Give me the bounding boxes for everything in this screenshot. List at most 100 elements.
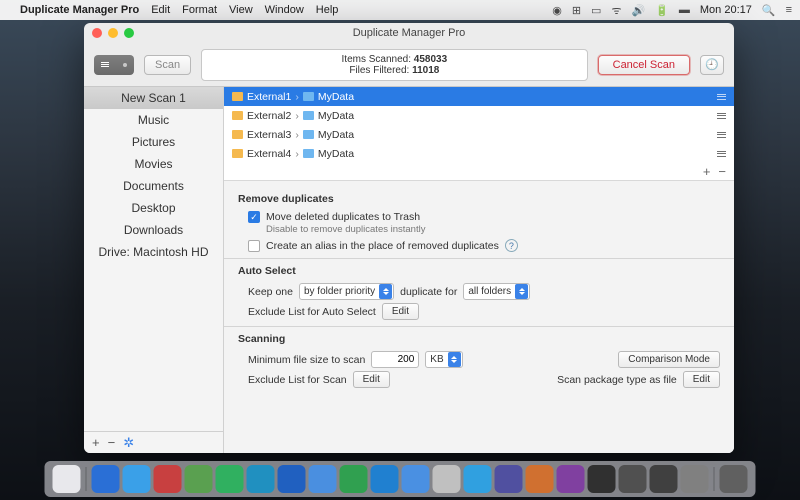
reorder-handle-icon[interactable] bbox=[717, 113, 726, 119]
sidebar-item-desktop[interactable]: Desktop bbox=[84, 197, 223, 219]
siri-icon[interactable]: ◉ bbox=[552, 4, 562, 17]
exclude-auto-label: Exclude List for Auto Select bbox=[248, 306, 376, 318]
scanning-heading: Scanning bbox=[238, 333, 720, 345]
cancel-scan-button[interactable]: Cancel Scan bbox=[598, 55, 690, 75]
dock-app[interactable] bbox=[92, 465, 120, 493]
dock-app[interactable] bbox=[154, 465, 182, 493]
remove-path-button[interactable]: − bbox=[718, 164, 726, 179]
dock-app[interactable] bbox=[588, 465, 616, 493]
move-to-trash-hint: Disable to remove duplicates instantly bbox=[266, 224, 720, 235]
dock-app[interactable] bbox=[526, 465, 554, 493]
dock-app[interactable] bbox=[185, 465, 213, 493]
search-icon[interactable]: 🔍 bbox=[762, 4, 776, 17]
reorder-handle-icon[interactable] bbox=[717, 151, 726, 157]
window-title: Duplicate Manager Pro bbox=[353, 27, 466, 39]
path-drive: External2 bbox=[247, 110, 291, 122]
dock-app[interactable] bbox=[53, 465, 81, 493]
zoom-window-button[interactable] bbox=[124, 28, 134, 38]
scan-package-edit-button[interactable]: Edit bbox=[683, 371, 720, 388]
exclude-scan-edit-button[interactable]: Edit bbox=[353, 371, 390, 388]
menu-format[interactable]: Format bbox=[182, 4, 217, 16]
create-alias-checkbox[interactable] bbox=[248, 240, 260, 252]
reorder-handle-icon[interactable] bbox=[717, 132, 726, 138]
dock-app[interactable] bbox=[681, 465, 709, 493]
scan-status: Items Scanned: 458033 Files Filtered: 11… bbox=[201, 49, 588, 81]
scan-button[interactable]: Scan bbox=[144, 55, 191, 75]
dock-app[interactable] bbox=[216, 465, 244, 493]
scan-path-row[interactable]: External1›MyData bbox=[224, 87, 734, 106]
dock bbox=[45, 461, 756, 497]
dock-app[interactable] bbox=[309, 465, 337, 493]
dock-app[interactable] bbox=[464, 465, 492, 493]
path-folder: MyData bbox=[318, 148, 354, 160]
app-window: Duplicate Manager Pro Scan Items Scanned… bbox=[84, 23, 734, 453]
menu-help[interactable]: Help bbox=[316, 4, 339, 16]
scan-path-row[interactable]: External2 › MyData bbox=[224, 106, 734, 125]
dock-app[interactable] bbox=[557, 465, 585, 493]
path-folder: MyData bbox=[318, 110, 354, 122]
drive-folder-icon bbox=[232, 130, 243, 139]
dock-app[interactable] bbox=[123, 465, 151, 493]
sidebar-item-documents[interactable]: Documents bbox=[84, 175, 223, 197]
flag-icon[interactable]: ▬ bbox=[679, 4, 690, 16]
move-to-trash-label: Move deleted duplicates to Trash bbox=[266, 211, 420, 223]
drive-folder-icon bbox=[232, 149, 243, 158]
reorder-handle-icon[interactable] bbox=[717, 94, 726, 100]
dock-app[interactable] bbox=[247, 465, 275, 493]
display-icon[interactable]: ▭ bbox=[591, 4, 601, 17]
app-menu[interactable]: Duplicate Manager Pro bbox=[20, 4, 139, 16]
menu-view[interactable]: View bbox=[229, 4, 253, 16]
move-to-trash-checkbox[interactable]: ✓ bbox=[248, 211, 260, 223]
dock-app[interactable] bbox=[433, 465, 461, 493]
menu-window[interactable]: Window bbox=[265, 4, 304, 16]
sidebar-item-downloads[interactable]: Downloads bbox=[84, 219, 223, 241]
menu-edit[interactable]: Edit bbox=[151, 4, 170, 16]
menu-extra-icon[interactable]: ⊞ bbox=[572, 4, 581, 17]
minimize-window-button[interactable] bbox=[108, 28, 118, 38]
dock-app[interactable] bbox=[495, 465, 523, 493]
view-mode-toggle[interactable] bbox=[94, 55, 134, 75]
folder-icon bbox=[303, 111, 314, 120]
keep-one-select[interactable]: by folder priority bbox=[299, 283, 394, 300]
scan-path-row[interactable]: External4›MyData bbox=[224, 144, 734, 163]
comparison-mode-button[interactable]: Comparison Mode bbox=[618, 351, 720, 368]
exclude-auto-edit-button[interactable]: Edit bbox=[382, 303, 419, 320]
dock-app[interactable] bbox=[340, 465, 368, 493]
close-window-button[interactable] bbox=[92, 28, 102, 38]
settings-gear-icon[interactable]: ✲ bbox=[123, 435, 134, 451]
dock-app[interactable] bbox=[619, 465, 647, 493]
exclude-scan-label: Exclude List for Scan bbox=[248, 374, 347, 386]
path-folder: MyData bbox=[318, 91, 354, 103]
remove-preset-button[interactable]: − bbox=[108, 435, 116, 450]
drive-folder-icon bbox=[232, 92, 243, 101]
history-button[interactable]: 🕘 bbox=[700, 55, 724, 75]
dock-app[interactable] bbox=[371, 465, 399, 493]
duplicate-for-select[interactable]: all folders bbox=[463, 283, 530, 300]
battery-icon[interactable]: 🔋 bbox=[655, 4, 669, 17]
dock-app[interactable] bbox=[720, 465, 748, 493]
min-size-unit-select[interactable]: KB bbox=[425, 351, 462, 368]
add-preset-button[interactable]: + bbox=[92, 435, 100, 450]
menubar-clock[interactable]: Mon 20:17 bbox=[700, 4, 752, 16]
volume-icon[interactable]: 🔊 bbox=[631, 4, 645, 17]
folder-icon bbox=[303, 92, 314, 101]
create-alias-help-icon[interactable]: ? bbox=[505, 239, 518, 252]
chevron-right-icon: › bbox=[295, 129, 299, 141]
dock-app[interactable] bbox=[650, 465, 678, 493]
sidebar-item-new-scan-1[interactable]: New Scan 1 bbox=[84, 87, 223, 109]
add-path-button[interactable]: + bbox=[703, 164, 711, 179]
dock-app[interactable] bbox=[402, 465, 430, 493]
path-drive: External3 bbox=[247, 129, 291, 141]
sidebar-item-pictures[interactable]: Pictures bbox=[84, 131, 223, 153]
min-size-input[interactable] bbox=[371, 351, 419, 368]
dock-app[interactable] bbox=[278, 465, 306, 493]
notification-center-icon[interactable]: ≡ bbox=[786, 4, 792, 16]
chevron-right-icon: › bbox=[295, 148, 299, 160]
wifi-icon[interactable]: ᯤ bbox=[611, 3, 621, 18]
sidebar-item-movies[interactable]: Movies bbox=[84, 153, 223, 175]
chevron-right-icon: › bbox=[295, 110, 299, 122]
sidebar-item-drive-macintosh-hd[interactable]: Drive: Macintosh HD bbox=[84, 241, 223, 263]
path-drive: External1 bbox=[247, 91, 291, 103]
scan-path-row[interactable]: External3›MyData bbox=[224, 125, 734, 144]
sidebar-item-music[interactable]: Music bbox=[84, 109, 223, 131]
